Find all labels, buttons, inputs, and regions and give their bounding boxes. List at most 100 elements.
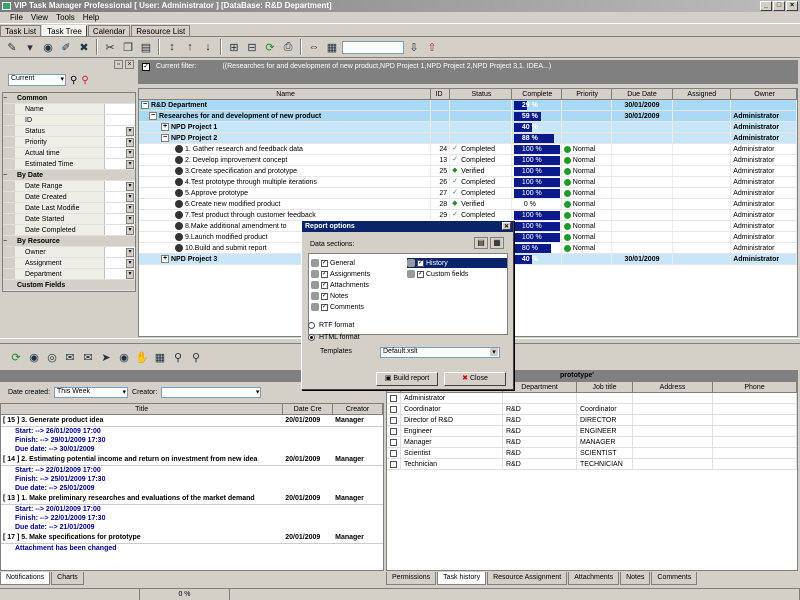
section-attachments[interactable]: ✓ Attachments: [311, 280, 369, 290]
col-address[interactable]: Address: [633, 382, 713, 392]
minimize-button[interactable]: _: [760, 1, 772, 11]
section-assignments[interactable]: ✓ Assignments: [311, 269, 370, 279]
new-task-icon[interactable]: ✎: [4, 39, 20, 55]
col-phone[interactable]: Phone: [713, 382, 797, 392]
resource-row[interactable]: Coordinator R&D Coordinator: [387, 404, 797, 415]
menu-help[interactable]: Help: [83, 13, 99, 22]
menu-file[interactable]: File: [10, 13, 23, 22]
expand-toggle[interactable]: −: [161, 134, 169, 143]
rtf-format-radio[interactable]: RTF format: [308, 322, 354, 329]
chevron-down-icon[interactable]: ▾: [126, 226, 134, 235]
chevron-down-icon[interactable]: ▾: [126, 193, 134, 202]
report-icon[interactable]: ▦: [324, 39, 340, 55]
task-row[interactable]: 6.Create new modified product 28 ◆ Verified…: [139, 199, 797, 210]
col-owner[interactable]: Owner: [731, 89, 797, 99]
pin-icon[interactable]: ▫: [114, 60, 123, 69]
menu-tools[interactable]: Tools: [56, 13, 75, 22]
creator-select[interactable]: [161, 386, 262, 398]
chevron-down-icon[interactable]: ▾: [126, 248, 134, 257]
move-updown-icon[interactable]: ↕: [164, 39, 180, 55]
col-job-title[interactable]: Job title: [577, 382, 633, 392]
copy-icon[interactable]: ❐: [120, 39, 136, 55]
filter-category[interactable]: − By Date: [3, 170, 135, 181]
resource-checkbox[interactable]: [390, 406, 397, 413]
section-comments[interactable]: ✓ Comments: [311, 302, 364, 312]
resource-checkbox[interactable]: [390, 461, 397, 468]
collapse-icon[interactable]: ⊟: [244, 39, 260, 55]
move-up-icon[interactable]: ↑: [182, 39, 198, 55]
task-row[interactable]: + NPD Project 1 40 % Administrator: [139, 122, 797, 133]
resource-checkbox[interactable]: [390, 439, 397, 446]
cut-icon[interactable]: ✂: [102, 39, 118, 55]
date-created-select[interactable]: This Week: [54, 386, 129, 398]
filter-property-row[interactable]: Estimated Time ▾: [3, 159, 135, 170]
mail-read-icon[interactable]: ✉: [80, 349, 96, 365]
chevron-down-icon[interactable]: ▾: [126, 270, 134, 279]
panel-close-icon[interactable]: ×: [125, 60, 134, 69]
resource-row[interactable]: Technician R&D TECHNICIAN: [387, 459, 797, 470]
resource-checkbox[interactable]: [390, 450, 397, 457]
col-title[interactable]: Title: [1, 404, 284, 414]
col-complete[interactable]: Complete: [512, 89, 562, 99]
tab-task-history[interactable]: Task history: [437, 572, 487, 585]
section-notes[interactable]: ✓ Notes: [311, 291, 348, 301]
mail-icon[interactable]: ✉: [62, 349, 78, 365]
tab-calendar[interactable]: Calendar: [87, 25, 131, 36]
tab-comments[interactable]: Comments: [651, 572, 698, 585]
tab-permissions[interactable]: Permissions: [386, 572, 437, 585]
col-due-date[interactable]: Due Date: [612, 89, 674, 99]
filter-property-row[interactable]: Status ▾: [3, 126, 135, 137]
filter-category[interactable]: − Common: [3, 93, 135, 104]
chevron-down-icon[interactable]: ▾: [126, 215, 134, 224]
build-report-button[interactable]: ▣ Build report: [376, 372, 438, 386]
filter-property-row[interactable]: Owner ▾: [3, 247, 135, 258]
paste-icon[interactable]: ▤: [138, 39, 154, 55]
chevron-down-icon[interactable]: ▾: [126, 127, 134, 136]
col-status[interactable]: Status: [450, 89, 512, 99]
filter-clear-icon[interactable]: ⚲: [81, 75, 88, 86]
expand-toggle[interactable]: +: [161, 255, 169, 264]
section-general[interactable]: ✓ General: [311, 258, 355, 268]
expand-toggle[interactable]: −: [149, 112, 157, 121]
filter-clear-icon[interactable]: ⚲: [188, 349, 204, 365]
forward-icon[interactable]: ➤: [98, 349, 114, 365]
task-row[interactable]: − Researches for and development of new p…: [139, 111, 797, 122]
filter-property-row[interactable]: Assignment ▾: [3, 258, 135, 269]
resource-row[interactable]: Engineer R&D ENGINEER: [387, 426, 797, 437]
tab-task-list[interactable]: Task List: [0, 25, 42, 36]
chevron-down-icon[interactable]: ▾: [126, 259, 134, 268]
filter-icon[interactable]: ⚲: [70, 75, 77, 86]
view-task-icon[interactable]: ◉: [40, 39, 56, 55]
filter-property-row[interactable]: Date Last Modifie ▾: [3, 203, 135, 214]
dropdown-arrow-icon[interactable]: ▾: [22, 39, 38, 55]
resource-row[interactable]: Administrator: [387, 393, 797, 404]
notification-item[interactable]: [ 13 ] 1. Make preliminary researches an…: [1, 493, 383, 532]
resource-row[interactable]: Manager R&D MANAGER: [387, 437, 797, 448]
grid-view-icon[interactable]: ▦: [490, 237, 504, 249]
col-department[interactable]: Department: [503, 382, 577, 392]
notification-item[interactable]: [ 17 ] 5. Make specifications for protot…: [1, 532, 383, 553]
report-icon[interactable]: ▦: [152, 349, 168, 365]
filter-icon[interactable]: ⚲: [170, 349, 186, 365]
delete-task-icon[interactable]: ✖: [76, 39, 92, 55]
view-icon[interactable]: ◉: [116, 349, 132, 365]
resource-checkbox[interactable]: [390, 395, 397, 402]
eye-icon[interactable]: ◉: [26, 349, 42, 365]
tab-resource-assignment[interactable]: Resource Assignment: [487, 572, 568, 585]
col-date-created[interactable]: Date Cre: [283, 404, 334, 414]
task-row[interactable]: − R&D Department 29 % 30/01/2009: [139, 100, 797, 111]
hand-icon[interactable]: ✋: [134, 349, 150, 365]
filter-property-row[interactable]: Date Started ▾: [3, 214, 135, 225]
notification-item[interactable]: [ 14 ] 2. Estimating potential income an…: [1, 454, 383, 493]
filter-property-row[interactable]: Date Range ▾: [3, 181, 135, 192]
filter-category[interactable]: − By Resource: [3, 236, 135, 247]
dialog-close-icon[interactable]: ✕: [502, 222, 511, 230]
resource-checkbox[interactable]: [390, 417, 397, 424]
close-window-button[interactable]: ×: [786, 1, 798, 11]
filter-select[interactable]: Current: [8, 74, 66, 86]
expand-toggle[interactable]: −: [141, 101, 149, 110]
menu-view[interactable]: View: [31, 13, 48, 22]
filter-property-row[interactable]: Date Created ▾: [3, 192, 135, 203]
col-name[interactable]: Name: [139, 89, 432, 99]
tab-resource-list[interactable]: Resource List: [131, 25, 191, 36]
